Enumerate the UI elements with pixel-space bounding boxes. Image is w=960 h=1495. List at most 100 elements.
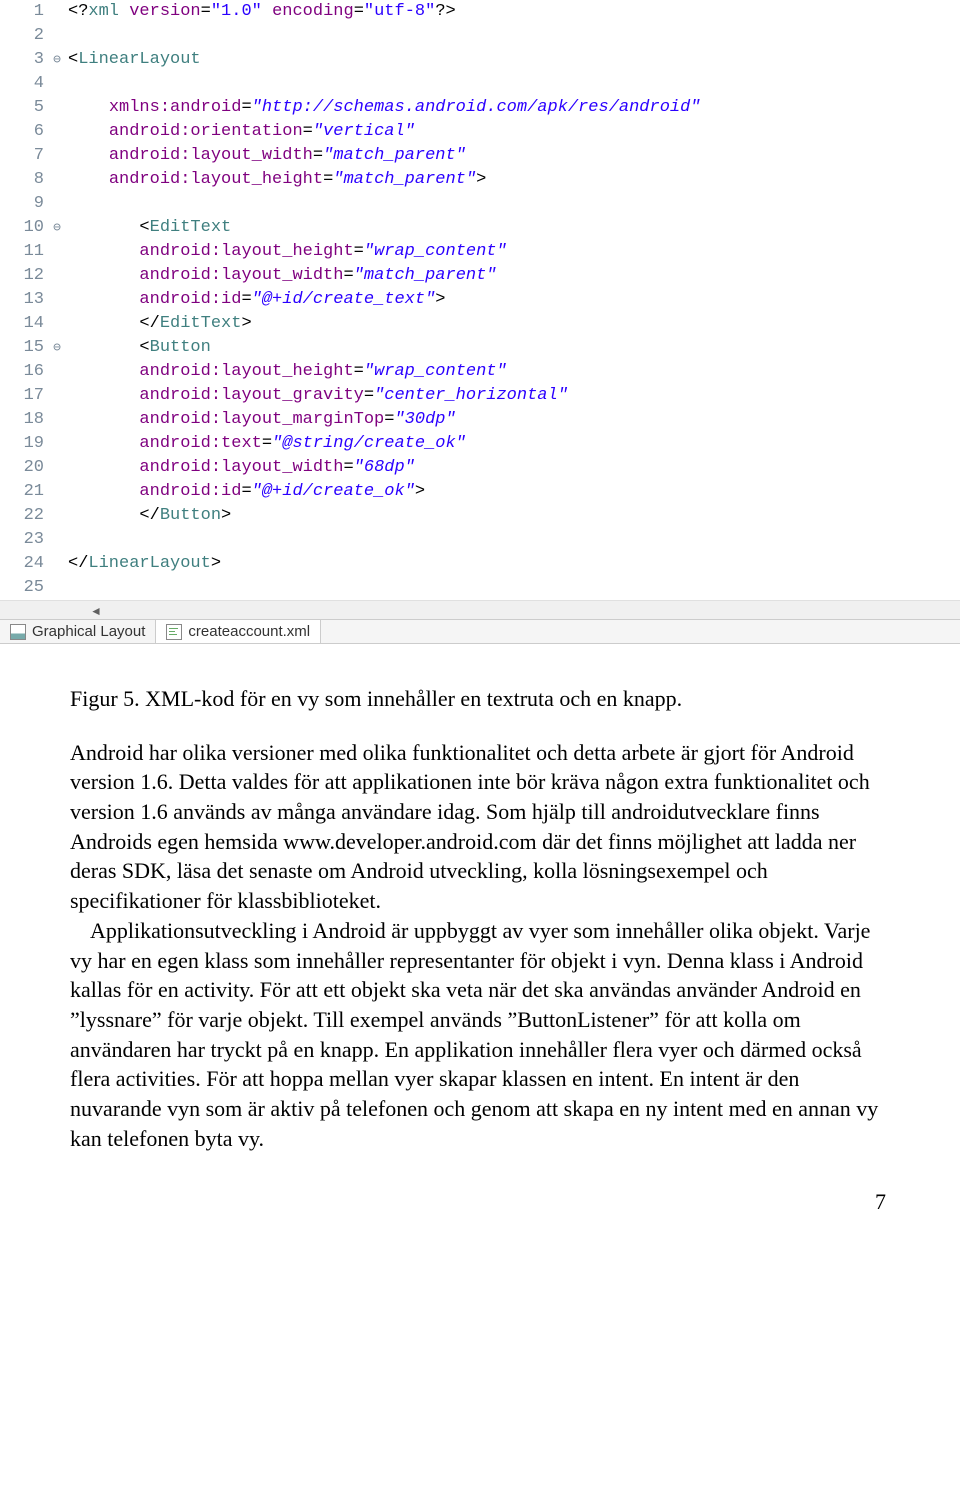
- line-number: 7: [0, 144, 48, 168]
- code-content[interactable]: android:layout_height="wrap_content": [66, 360, 507, 384]
- fold-toggle[interactable]: ⊖: [48, 216, 66, 240]
- code-content[interactable]: android:orientation="vertical": [66, 120, 415, 144]
- editor-tabbar: Graphical Layout createaccount.xml: [0, 619, 960, 644]
- code-content[interactable]: android:layout_height="wrap_content": [66, 240, 507, 264]
- code-content[interactable]: <?xml version="1.0" encoding="utf-8"?>: [66, 0, 456, 24]
- line-number: 6: [0, 120, 48, 144]
- code-line[interactable]: 24 </LinearLayout>: [0, 552, 960, 576]
- scroll-left-arrow[interactable]: ◄: [90, 604, 102, 619]
- code-content[interactable]: android:layout_width="match_parent": [66, 144, 466, 168]
- fold-toggle: [48, 480, 66, 504]
- line-number: 22: [0, 504, 48, 528]
- code-editor[interactable]: 1<?xml version="1.0" encoding="utf-8"?>2…: [0, 0, 960, 600]
- code-content[interactable]: android:text="@string/create_ok": [66, 432, 466, 456]
- code-line[interactable]: 22 </Button>: [0, 504, 960, 528]
- fold-toggle: [48, 384, 66, 408]
- code-content[interactable]: android:layout_gravity="center_horizonta…: [66, 384, 568, 408]
- code-line[interactable]: 19 android:text="@string/create_ok": [0, 432, 960, 456]
- code-line[interactable]: 11 android:layout_height="wrap_content": [0, 240, 960, 264]
- line-number: 1: [0, 0, 48, 24]
- paragraph: Android har olika versioner med olika fu…: [70, 738, 890, 916]
- fold-toggle: [48, 192, 66, 216]
- tab-label: createaccount.xml: [188, 623, 310, 640]
- fold-toggle: [48, 576, 66, 600]
- line-number: 24: [0, 552, 48, 576]
- code-line[interactable]: 17 android:layout_gravity="center_horizo…: [0, 384, 960, 408]
- code-content[interactable]: </EditText>: [66, 312, 252, 336]
- line-number: 23: [0, 528, 48, 552]
- code-content[interactable]: [66, 576, 68, 600]
- code-line[interactable]: 7 android:layout_width="match_parent": [0, 144, 960, 168]
- code-line[interactable]: 15⊖ <Button: [0, 336, 960, 360]
- code-content[interactable]: android:layout_height="match_parent">: [66, 168, 486, 192]
- line-number: 20: [0, 456, 48, 480]
- code-line[interactable]: 16 android:layout_height="wrap_content": [0, 360, 960, 384]
- fold-toggle: [48, 312, 66, 336]
- fold-toggle: [48, 240, 66, 264]
- fold-toggle: [48, 0, 66, 24]
- code-line[interactable]: 4: [0, 72, 960, 96]
- code-line[interactable]: 2: [0, 24, 960, 48]
- code-line[interactable]: 3⊖<LinearLayout: [0, 48, 960, 72]
- code-content[interactable]: <LinearLayout: [66, 48, 201, 72]
- code-line[interactable]: 23: [0, 528, 960, 552]
- line-number: 15: [0, 336, 48, 360]
- figure-caption: Figur 5. XML-kod för en vy som innehålle…: [70, 684, 890, 714]
- line-number: 12: [0, 264, 48, 288]
- code-content[interactable]: android:layout_width="match_parent": [66, 264, 497, 288]
- line-number: 14: [0, 312, 48, 336]
- line-number: 21: [0, 480, 48, 504]
- document-body: Figur 5. XML-kod för en vy som innehålle…: [0, 644, 960, 1183]
- code-content[interactable]: [66, 528, 68, 552]
- code-line[interactable]: 25: [0, 576, 960, 600]
- tab-label: Graphical Layout: [32, 623, 145, 640]
- fold-toggle[interactable]: ⊖: [48, 336, 66, 360]
- code-content[interactable]: [66, 192, 68, 216]
- fold-toggle: [48, 24, 66, 48]
- line-number: 17: [0, 384, 48, 408]
- code-content[interactable]: <Button: [66, 336, 211, 360]
- code-content[interactable]: [66, 24, 68, 48]
- fold-toggle: [48, 408, 66, 432]
- code-content[interactable]: android:layout_marginTop="30dp": [66, 408, 456, 432]
- line-number: 4: [0, 72, 48, 96]
- code-line[interactable]: 12 android:layout_width="match_parent": [0, 264, 960, 288]
- fold-toggle: [48, 96, 66, 120]
- code-content[interactable]: <EditText: [66, 216, 231, 240]
- code-content[interactable]: [66, 72, 68, 96]
- code-line[interactable]: 14 </EditText>: [0, 312, 960, 336]
- line-number: 3: [0, 48, 48, 72]
- code-line[interactable]: 10⊖ <EditText: [0, 216, 960, 240]
- layout-icon: [10, 624, 26, 640]
- code-content[interactable]: </LinearLayout>: [66, 552, 221, 576]
- tab-xml-file[interactable]: createaccount.xml: [156, 620, 321, 643]
- code-content[interactable]: xmlns:android="http://schemas.android.co…: [66, 96, 701, 120]
- tab-graphical-layout[interactable]: Graphical Layout: [0, 620, 156, 643]
- code-line[interactable]: 6 android:orientation="vertical": [0, 120, 960, 144]
- code-line[interactable]: 18 android:layout_marginTop="30dp": [0, 408, 960, 432]
- code-content[interactable]: android:id="@+id/create_ok">: [66, 480, 425, 504]
- line-number: 19: [0, 432, 48, 456]
- code-line[interactable]: 9: [0, 192, 960, 216]
- line-number: 5: [0, 96, 48, 120]
- code-content[interactable]: android:layout_width="68dp": [66, 456, 415, 480]
- fold-toggle: [48, 528, 66, 552]
- code-line[interactable]: 13 android:id="@+id/create_text">: [0, 288, 960, 312]
- xml-file-icon: [166, 624, 182, 640]
- fold-toggle: [48, 72, 66, 96]
- paragraph: Applikationsutveckling i Android är uppb…: [70, 916, 890, 1154]
- line-number: 8: [0, 168, 48, 192]
- code-line[interactable]: 20 android:layout_width="68dp": [0, 456, 960, 480]
- code-content[interactable]: android:id="@+id/create_text">: [66, 288, 446, 312]
- code-line[interactable]: 8 android:layout_height="match_parent">: [0, 168, 960, 192]
- fold-toggle: [48, 432, 66, 456]
- code-content[interactable]: </Button>: [66, 504, 231, 528]
- code-line[interactable]: 5 xmlns:android="http://schemas.android.…: [0, 96, 960, 120]
- fold-toggle[interactable]: ⊖: [48, 48, 66, 72]
- code-line[interactable]: 21 android:id="@+id/create_ok">: [0, 480, 960, 504]
- fold-toggle: [48, 456, 66, 480]
- fold-toggle: [48, 552, 66, 576]
- code-line[interactable]: 1 <?xml version="1.0" encoding="utf-8"?>: [0, 0, 960, 24]
- horizontal-scrollbar[interactable]: ◄: [0, 600, 960, 619]
- line-number: 25: [0, 576, 48, 600]
